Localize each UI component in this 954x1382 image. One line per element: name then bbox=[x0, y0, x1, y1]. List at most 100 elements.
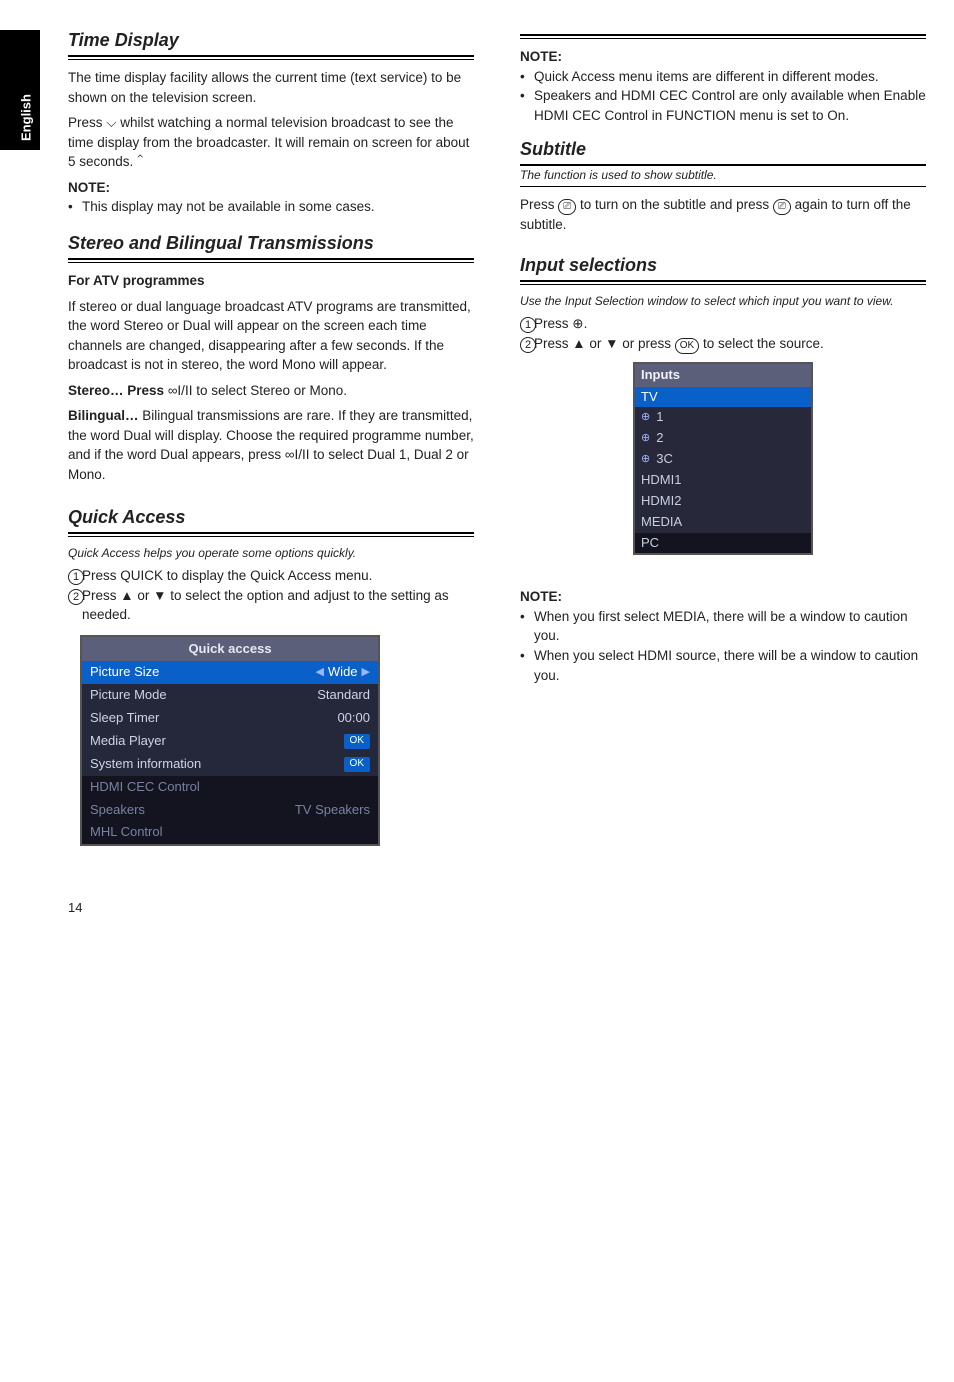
inputs-row-label: 3C bbox=[656, 450, 673, 469]
menu-row-label: MHL Control bbox=[90, 823, 162, 842]
subtitle-button-icon: ⎚ bbox=[558, 199, 576, 215]
section-title-stereo: Stereo and Bilingual Transmissions bbox=[68, 233, 474, 254]
left-column: Time Display The time display facility a… bbox=[68, 30, 474, 846]
inputs-row-label: MEDIA bbox=[641, 513, 682, 532]
input-source-icon: ⊕ bbox=[641, 410, 650, 426]
divider bbox=[520, 284, 926, 285]
inputs-row-label: PC bbox=[641, 534, 659, 553]
menu-row[interactable]: Picture Size◀Wide▶ bbox=[82, 661, 378, 684]
text: to turn on the subtitle and press bbox=[580, 197, 773, 212]
page-content: Time Display The time display facility a… bbox=[68, 30, 926, 915]
stereo-para1: If stereo or dual language broadcast ATV… bbox=[68, 297, 474, 375]
quick-access-menu-title: Quick access bbox=[82, 637, 378, 662]
note-bullet: •When you first select MEDIA, there will… bbox=[520, 607, 926, 646]
step-item: 1Press QUICK to display the Quick Access… bbox=[68, 566, 474, 586]
section-title-input-selections: Input selections bbox=[520, 255, 926, 276]
inputs-row-label: 1 bbox=[656, 408, 663, 427]
bullet-marker: • bbox=[520, 607, 534, 646]
menu-row-label: Picture Mode bbox=[90, 686, 167, 705]
section-title-time-display: Time Display bbox=[68, 30, 474, 51]
inputs-menu-row[interactable]: ⊕ 3C bbox=[635, 449, 811, 470]
audio-mode-icon: ∞I/II bbox=[168, 383, 193, 398]
inputs-row-label: HDMI1 bbox=[641, 471, 681, 490]
subtitle-intro: The function is used to show subtitle. bbox=[520, 168, 926, 182]
note-list: •When you first select MEDIA, there will… bbox=[520, 607, 926, 685]
menu-row-value: ◀ Wide▶ bbox=[315, 663, 370, 682]
note-label: NOTE: bbox=[520, 47, 926, 67]
inputs-row-label: TV bbox=[641, 388, 658, 407]
step-number: 1 bbox=[520, 314, 534, 334]
input-source-icon: ⊕ bbox=[641, 452, 650, 468]
inputs-row-label: HDMI2 bbox=[641, 492, 681, 511]
inputs-row-label: 2 bbox=[656, 429, 663, 448]
inputs-menu-row[interactable]: TV bbox=[635, 387, 811, 408]
note-text: This display may not be available in som… bbox=[82, 197, 474, 217]
step-number: 2 bbox=[68, 586, 82, 625]
menu-row[interactable]: HDMI CEC Control bbox=[82, 776, 378, 799]
step-item: 2Press ▲ or ▼ to select the option and a… bbox=[68, 586, 474, 625]
input-selections-intro: Use the Input Selection window to select… bbox=[520, 293, 926, 310]
subtitle-body: Press ⎚ to turn on the subtitle and pres… bbox=[520, 195, 926, 235]
text: Press bbox=[68, 115, 103, 130]
menu-row[interactable]: System informationOK bbox=[82, 753, 378, 776]
language-side-tab-text: English bbox=[19, 68, 34, 168]
bullet-marker: • bbox=[68, 197, 82, 217]
inputs-menu-row[interactable]: HDMI2 bbox=[635, 491, 811, 512]
text: Press bbox=[520, 197, 558, 212]
note-text: Quick Access menu items are different in… bbox=[534, 67, 926, 87]
menu-row[interactable]: SpeakersTV Speakers bbox=[82, 799, 378, 822]
menu-row[interactable]: Picture ModeStandard bbox=[82, 684, 378, 707]
step-item: 1Press ⊕. bbox=[520, 314, 926, 334]
quick-access-menu-rows: Picture Size◀Wide▶Picture ModeStandardSl… bbox=[82, 661, 378, 844]
inputs-menu-row[interactable]: ⊕2 bbox=[635, 428, 811, 449]
text: whilst watching a normal television broa… bbox=[68, 115, 469, 169]
divider bbox=[520, 38, 926, 39]
note-bullet: • This display may not be available in s… bbox=[68, 197, 474, 217]
menu-row[interactable]: Sleep Timer00:00 bbox=[82, 707, 378, 730]
arrow-right-icon: ▶ bbox=[362, 665, 370, 681]
divider bbox=[520, 164, 926, 166]
value-text: Wide bbox=[328, 663, 358, 682]
bilingual-label: Bilingual… bbox=[68, 408, 139, 423]
inputs-menu-preview: Inputs TV⊕1⊕2⊕3CHDMI1HDMI2MEDIAPC bbox=[633, 362, 813, 556]
time-display-para1: The time display facility allows the cur… bbox=[68, 68, 474, 107]
note-label: NOTE: bbox=[520, 587, 926, 607]
divider bbox=[68, 536, 474, 537]
step-item: 2Press ▲ or ▼ or press OK to select the … bbox=[520, 334, 926, 354]
stereo-para2: Stereo… Press ∞I/II to select Stereo or … bbox=[68, 381, 474, 401]
step-list: 1Press QUICK to display the Quick Access… bbox=[68, 566, 474, 625]
down-chevron-icon: ⌵ bbox=[106, 115, 116, 130]
time-display-para2: Press ⌵ whilst watching a normal televis… bbox=[68, 113, 474, 172]
right-column: NOTE: • Quick Access menu items are diff… bbox=[520, 30, 926, 846]
divider bbox=[68, 55, 474, 57]
menu-row-label: Speakers bbox=[90, 801, 145, 820]
inputs-menu-row[interactable]: HDMI1 bbox=[635, 470, 811, 491]
inputs-menu-row[interactable]: ⊕1 bbox=[635, 407, 811, 428]
divider bbox=[68, 258, 474, 260]
subtitle-para: Press ⎚ to turn on the subtitle and pres… bbox=[520, 195, 926, 235]
note-bullet: • Speakers and HDMI CEC Control are only… bbox=[520, 86, 926, 125]
audio-mode-icon: ∞I/II bbox=[285, 447, 310, 462]
step-list: 1Press ⊕.2Press ▲ or ▼ or press OK to se… bbox=[520, 314, 926, 354]
input-selections-body: Use the Input Selection window to select… bbox=[520, 293, 926, 685]
step-text: Press ▲ or ▼ or press OK to select the s… bbox=[534, 334, 926, 354]
time-display-body: The time display facility allows the cur… bbox=[68, 68, 474, 217]
inputs-menu-title: Inputs bbox=[635, 364, 811, 387]
divider bbox=[520, 34, 926, 36]
arrow-left-icon: ◀ bbox=[315, 665, 323, 681]
inputs-menu-row[interactable]: PC bbox=[635, 533, 811, 554]
stereo-body: For ATV programmes If stereo or dual lan… bbox=[68, 271, 474, 485]
note-text: Speakers and HDMI CEC Control are only a… bbox=[534, 86, 926, 125]
menu-row[interactable]: MHL Control bbox=[82, 821, 378, 844]
bullet-marker: • bbox=[520, 67, 534, 87]
menu-row[interactable]: Media PlayerOK bbox=[82, 730, 378, 753]
quick-access-notes: NOTE: • Quick Access menu items are diff… bbox=[520, 47, 926, 125]
inputs-menu-rows: TV⊕1⊕2⊕3CHDMI1HDMI2MEDIAPC bbox=[635, 387, 811, 554]
page-number: 14 bbox=[68, 900, 926, 915]
text: to select Stereo or Mono. bbox=[196, 383, 347, 398]
section-title-quick-access: Quick Access bbox=[68, 507, 474, 528]
quick-access-menu-preview: Quick access Picture Size◀Wide▶Picture M… bbox=[80, 635, 380, 847]
divider bbox=[68, 532, 474, 534]
inputs-menu-row[interactable]: MEDIA bbox=[635, 512, 811, 533]
stereo-para3: Bilingual… Bilingual transmissions are r… bbox=[68, 406, 474, 484]
